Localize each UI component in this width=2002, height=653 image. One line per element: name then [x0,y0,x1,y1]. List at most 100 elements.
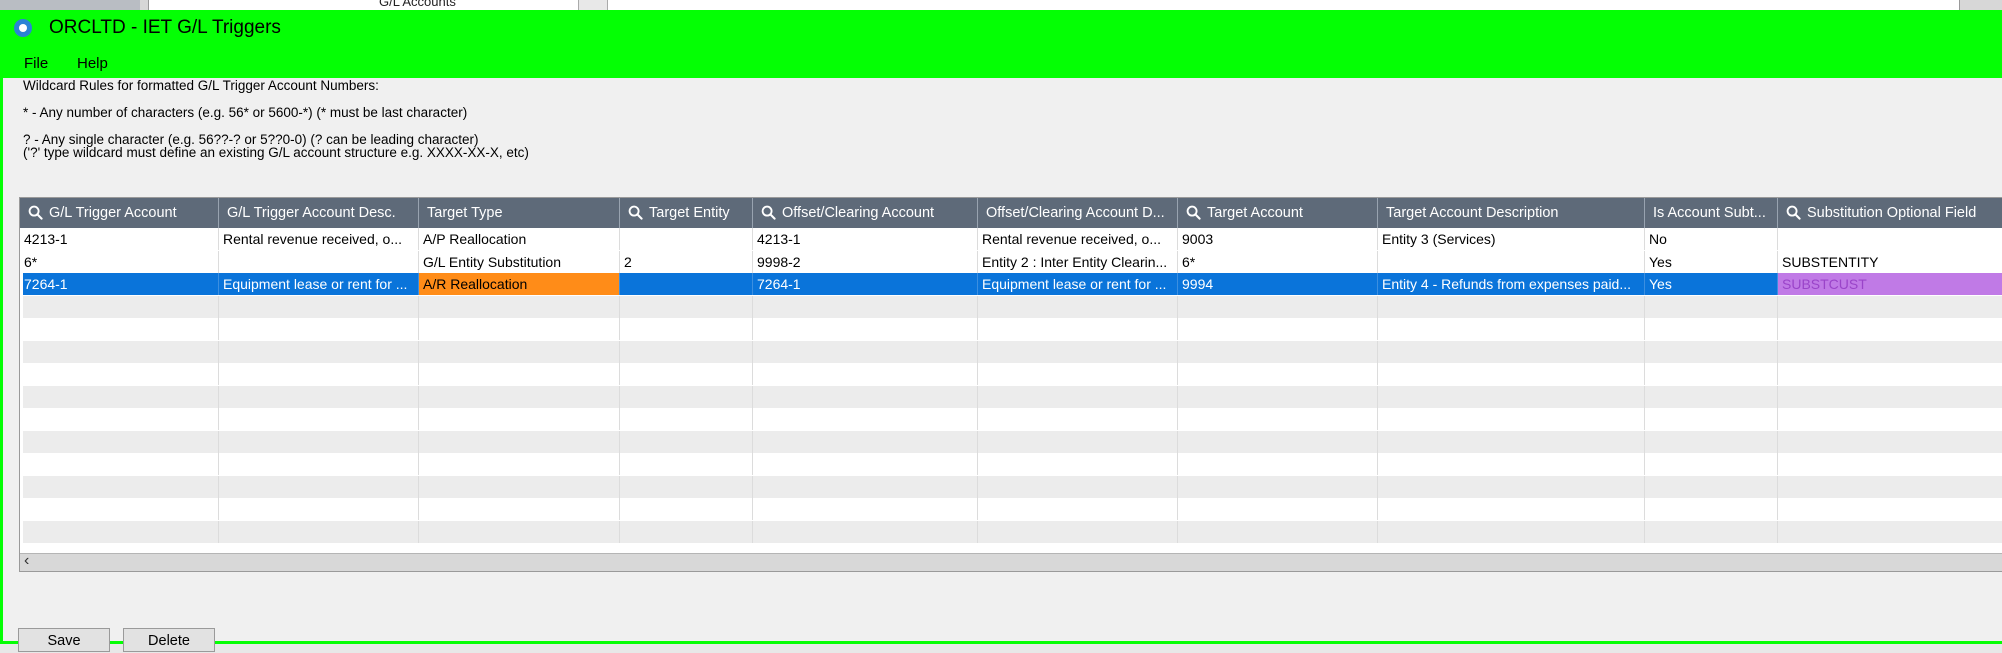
cell-substitution-optional-field[interactable] [1778,431,2002,453]
search-icon[interactable] [628,201,643,220]
cell-offset-clearing-account-d[interactable] [978,476,1178,498]
cell-offset-clearing-account-d[interactable] [978,431,1178,453]
cell-g-l-trigger-account[interactable]: 7264-1 [20,273,219,295]
cell-target-account-description[interactable] [1378,521,1645,543]
cell-target-account-description[interactable] [1378,296,1645,318]
cell-g-l-trigger-account-desc[interactable] [219,408,419,430]
column-header-offset-clearing-account-d[interactable]: Offset/Clearing Account D... [978,198,1178,228]
cell-g-l-trigger-account-desc[interactable] [219,363,419,385]
cell-offset-clearing-account[interactable]: 4213-1 [753,228,978,250]
cell-target-entity[interactable] [620,273,753,295]
empty-row[interactable] [23,408,2002,430]
cell-target-account[interactable] [1178,498,1378,520]
cell-g-l-trigger-account-desc[interactable] [219,341,419,363]
cell-substitution-optional-field[interactable] [1778,498,2002,520]
cell-g-l-trigger-account[interactable]: 4213-1 [20,228,219,250]
cell-target-entity[interactable] [620,363,753,385]
empty-row[interactable] [23,453,2002,475]
cell-target-entity[interactable] [620,476,753,498]
cell-offset-clearing-account[interactable] [753,476,978,498]
cell-target-type[interactable] [419,431,620,453]
cell-target-account-description[interactable]: Entity 3 (Services) [1378,228,1645,250]
cell-is-account-subt[interactable]: No [1645,228,1778,250]
table-row[interactable]: 6* G/L Entity Substitution 2 9998-2 Entity 2… [23,251,2002,273]
cell-g-l-trigger-account-desc[interactable]: Rental revenue received, o... [219,228,419,250]
cell-target-type[interactable] [419,341,620,363]
empty-row[interactable] [23,386,2002,408]
cell-offset-clearing-account-d[interactable] [978,408,1178,430]
cell-substitution-optional-field[interactable] [1778,476,2002,498]
menu-file[interactable]: File [24,55,48,72]
cell-substitution-optional-field[interactable] [1778,363,2002,385]
cell-target-type[interactable] [419,386,620,408]
column-header-offset-clearing-account[interactable]: Offset/Clearing Account [753,198,978,228]
cell-target-account-description[interactable] [1378,453,1645,475]
cell-target-account[interactable] [1178,318,1378,340]
cell-g-l-trigger-account-desc[interactable] [219,296,419,318]
cell-target-type[interactable] [419,296,620,318]
cell-offset-clearing-account[interactable] [753,341,978,363]
cell-target-account-description[interactable] [1378,476,1645,498]
cell-offset-clearing-account-d[interactable]: Entity 2 : Inter Entity Clearin... [978,251,1178,273]
cell-g-l-trigger-account-desc[interactable] [219,431,419,453]
cell-target-account[interactable]: 6* [1178,251,1378,273]
column-header-target-account-description[interactable]: Target Account Description [1378,198,1645,228]
cell-target-account[interactable] [1178,386,1378,408]
column-header-g-l-trigger-account[interactable]: G/L Trigger Account [20,198,219,228]
cell-target-account[interactable] [1178,341,1378,363]
cell-substitution-optional-field[interactable]: SUBSTCUST [1778,273,2002,295]
cell-offset-clearing-account[interactable] [753,521,978,543]
cell-target-entity[interactable] [620,408,753,430]
cell-g-l-trigger-account-desc[interactable] [219,453,419,475]
cell-is-account-subt[interactable] [1645,363,1778,385]
empty-row[interactable] [23,498,2002,520]
cell-offset-clearing-account-d[interactable] [978,453,1178,475]
cell-g-l-trigger-account-desc[interactable] [219,251,419,273]
cell-offset-clearing-account[interactable]: 9998-2 [753,251,978,273]
cell-offset-clearing-account-d[interactable]: Equipment lease or rent for ... [978,273,1178,295]
cell-g-l-trigger-account[interactable] [20,521,219,543]
cell-target-type[interactable] [419,498,620,520]
cell-target-account-description[interactable] [1378,498,1645,520]
cell-is-account-subt[interactable] [1645,318,1778,340]
search-icon[interactable] [761,201,776,220]
horizontal-scrollbar[interactable]: ‹ [20,552,2002,571]
cell-target-account-description[interactable]: Entity 4 - Refunds from expenses paid... [1378,273,1645,295]
cell-g-l-trigger-account[interactable] [20,363,219,385]
cell-target-entity[interactable] [620,296,753,318]
cell-g-l-trigger-account-desc[interactable] [219,521,419,543]
cell-offset-clearing-account-d[interactable] [978,521,1178,543]
cell-is-account-subt[interactable] [1645,296,1778,318]
column-header-target-account[interactable]: Target Account [1178,198,1378,228]
cell-target-entity[interactable] [620,521,753,543]
cell-is-account-subt[interactable] [1645,408,1778,430]
cell-substitution-optional-field[interactable] [1778,408,2002,430]
column-header-is-account-subt[interactable]: Is Account Subt... [1645,198,1778,228]
search-icon[interactable] [1786,201,1801,220]
column-header-g-l-trigger-account-desc[interactable]: G/L Trigger Account Desc. [219,198,419,228]
cell-g-l-trigger-account-desc[interactable]: Equipment lease or rent for ... [219,273,419,295]
cell-substitution-optional-field[interactable] [1778,453,2002,475]
column-header-substitution-optional-field[interactable]: Substitution Optional Field [1778,198,2002,228]
cell-target-account[interactable] [1178,453,1378,475]
cell-target-account[interactable] [1178,296,1378,318]
cell-is-account-subt[interactable] [1645,498,1778,520]
column-header-target-entity[interactable]: Target Entity [620,198,753,228]
cell-target-type[interactable] [419,318,620,340]
cell-substitution-optional-field[interactable] [1778,386,2002,408]
menu-help[interactable]: Help [77,55,108,72]
cell-target-account-description[interactable] [1378,341,1645,363]
cell-g-l-trigger-account-desc[interactable] [219,498,419,520]
cell-substitution-optional-field[interactable] [1778,521,2002,543]
cell-substitution-optional-field[interactable] [1778,228,2002,250]
cell-g-l-trigger-account[interactable]: 6* [20,251,219,273]
cell-target-type[interactable]: A/P Reallocation [419,228,620,250]
cell-offset-clearing-account[interactable] [753,431,978,453]
cell-g-l-trigger-account[interactable] [20,386,219,408]
cell-target-type[interactable] [419,521,620,543]
cell-offset-clearing-account-d[interactable] [978,386,1178,408]
cell-offset-clearing-account-d[interactable] [978,318,1178,340]
cell-target-account[interactable] [1178,408,1378,430]
cell-target-entity[interactable] [620,453,753,475]
cell-target-account-description[interactable] [1378,363,1645,385]
